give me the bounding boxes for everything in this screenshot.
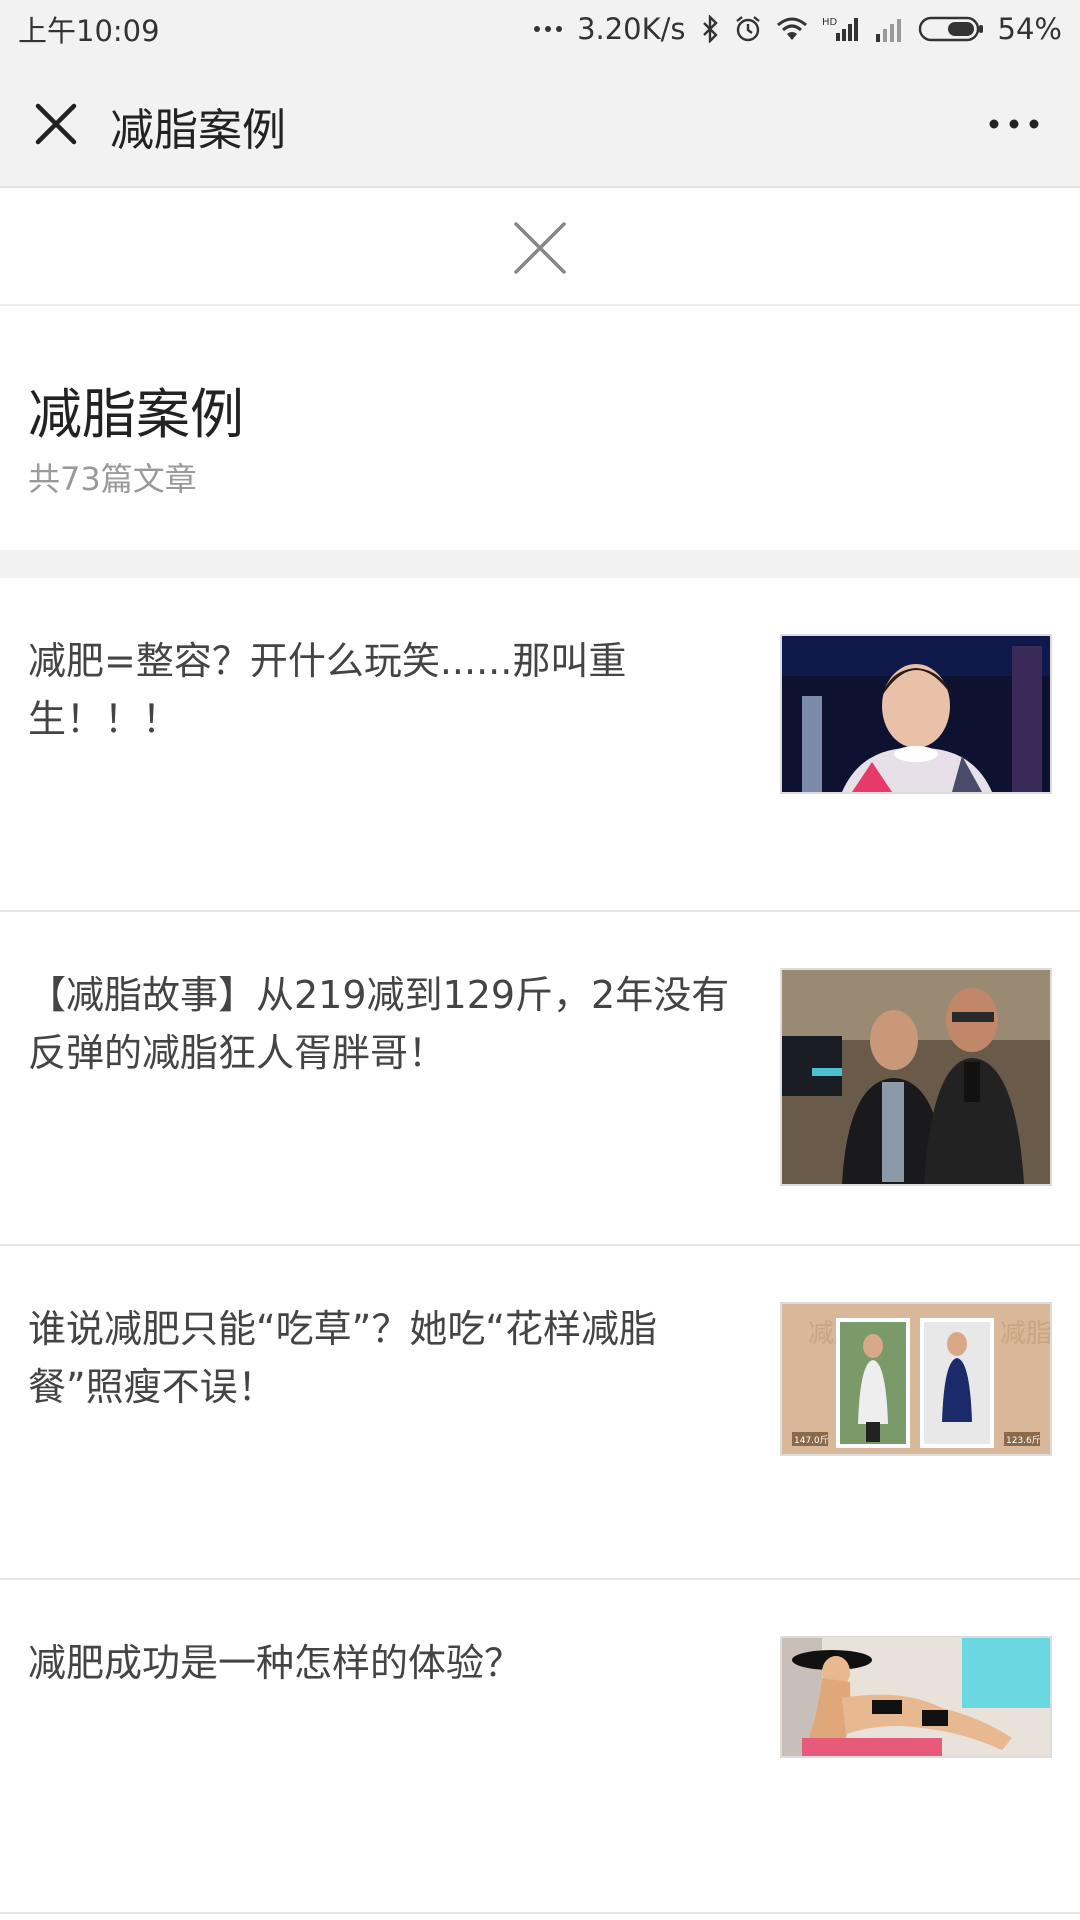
network-speed: 3.20K/s [577, 12, 686, 46]
collapse-bar [0, 188, 1080, 306]
collection-title: 减脂案例 [28, 383, 244, 446]
article-thumbnail: 减脂前 减脂后 147.0斤 123.6斤 [780, 1302, 1052, 1456]
alarm-icon [734, 14, 762, 44]
wifi-icon [776, 14, 808, 44]
svg-text:147.0斤: 147.0斤 [794, 1435, 829, 1446]
dots-icon [533, 14, 563, 44]
signal-icon [874, 14, 904, 44]
article-thumbnail [780, 968, 1052, 1186]
battery-icon [918, 14, 984, 44]
svg-text:HD: HD [822, 17, 838, 28]
svg-text:减脂后: 减脂后 [1000, 1319, 1050, 1349]
article-thumbnail [780, 1636, 1052, 1758]
bluetooth-icon [700, 14, 720, 44]
status-bar: 上午10:09 3.20K/s HD 54% [0, 0, 1080, 58]
more-icon[interactable] [984, 110, 1044, 138]
article-count: 共73篇文章 [28, 460, 197, 498]
article-item[interactable]: 谁说减肥只能“吃草”？她吃“花样减脂餐”照瘦不误！ 减脂前 减脂后 147.0斤… [0, 1246, 1080, 1580]
article-thumbnail [780, 634, 1052, 794]
article-item[interactable]: 【减脂故事】从219减到129斤，2年没有反弹的减脂狂人胥胖哥！ [0, 912, 1080, 1246]
section-divider [0, 550, 1080, 578]
collapse-close-icon[interactable] [510, 218, 570, 278]
article-title: 谁说减肥只能“吃草”？她吃“花样减脂餐”照瘦不误！ [28, 1307, 658, 1409]
svg-text:123.6斤: 123.6斤 [1006, 1435, 1041, 1446]
article-title: 减肥=整容？开什么玩笑......那叫重生！！！ [28, 639, 627, 741]
article-title: 减肥成功是一种怎样的体验？ [28, 1641, 523, 1685]
battery-percent: 54% [997, 12, 1062, 46]
article-title: 【减脂故事】从219减到129斤，2年没有反弹的减脂狂人胥胖哥！ [28, 973, 730, 1075]
collection-header: 减脂案例 共73篇文章 [0, 306, 1080, 550]
status-time: 上午10:09 [18, 14, 160, 48]
close-icon[interactable] [30, 98, 82, 150]
article-item[interactable]: 减肥=整容？开什么玩笑......那叫重生！！！ [0, 578, 1080, 912]
page-title: 减脂案例 [110, 105, 286, 156]
hd-signal-icon: HD [822, 14, 860, 44]
article-item[interactable]: 减肥成功是一种怎样的体验？ [0, 1580, 1080, 1914]
title-bar: 减脂案例 [0, 58, 1080, 188]
